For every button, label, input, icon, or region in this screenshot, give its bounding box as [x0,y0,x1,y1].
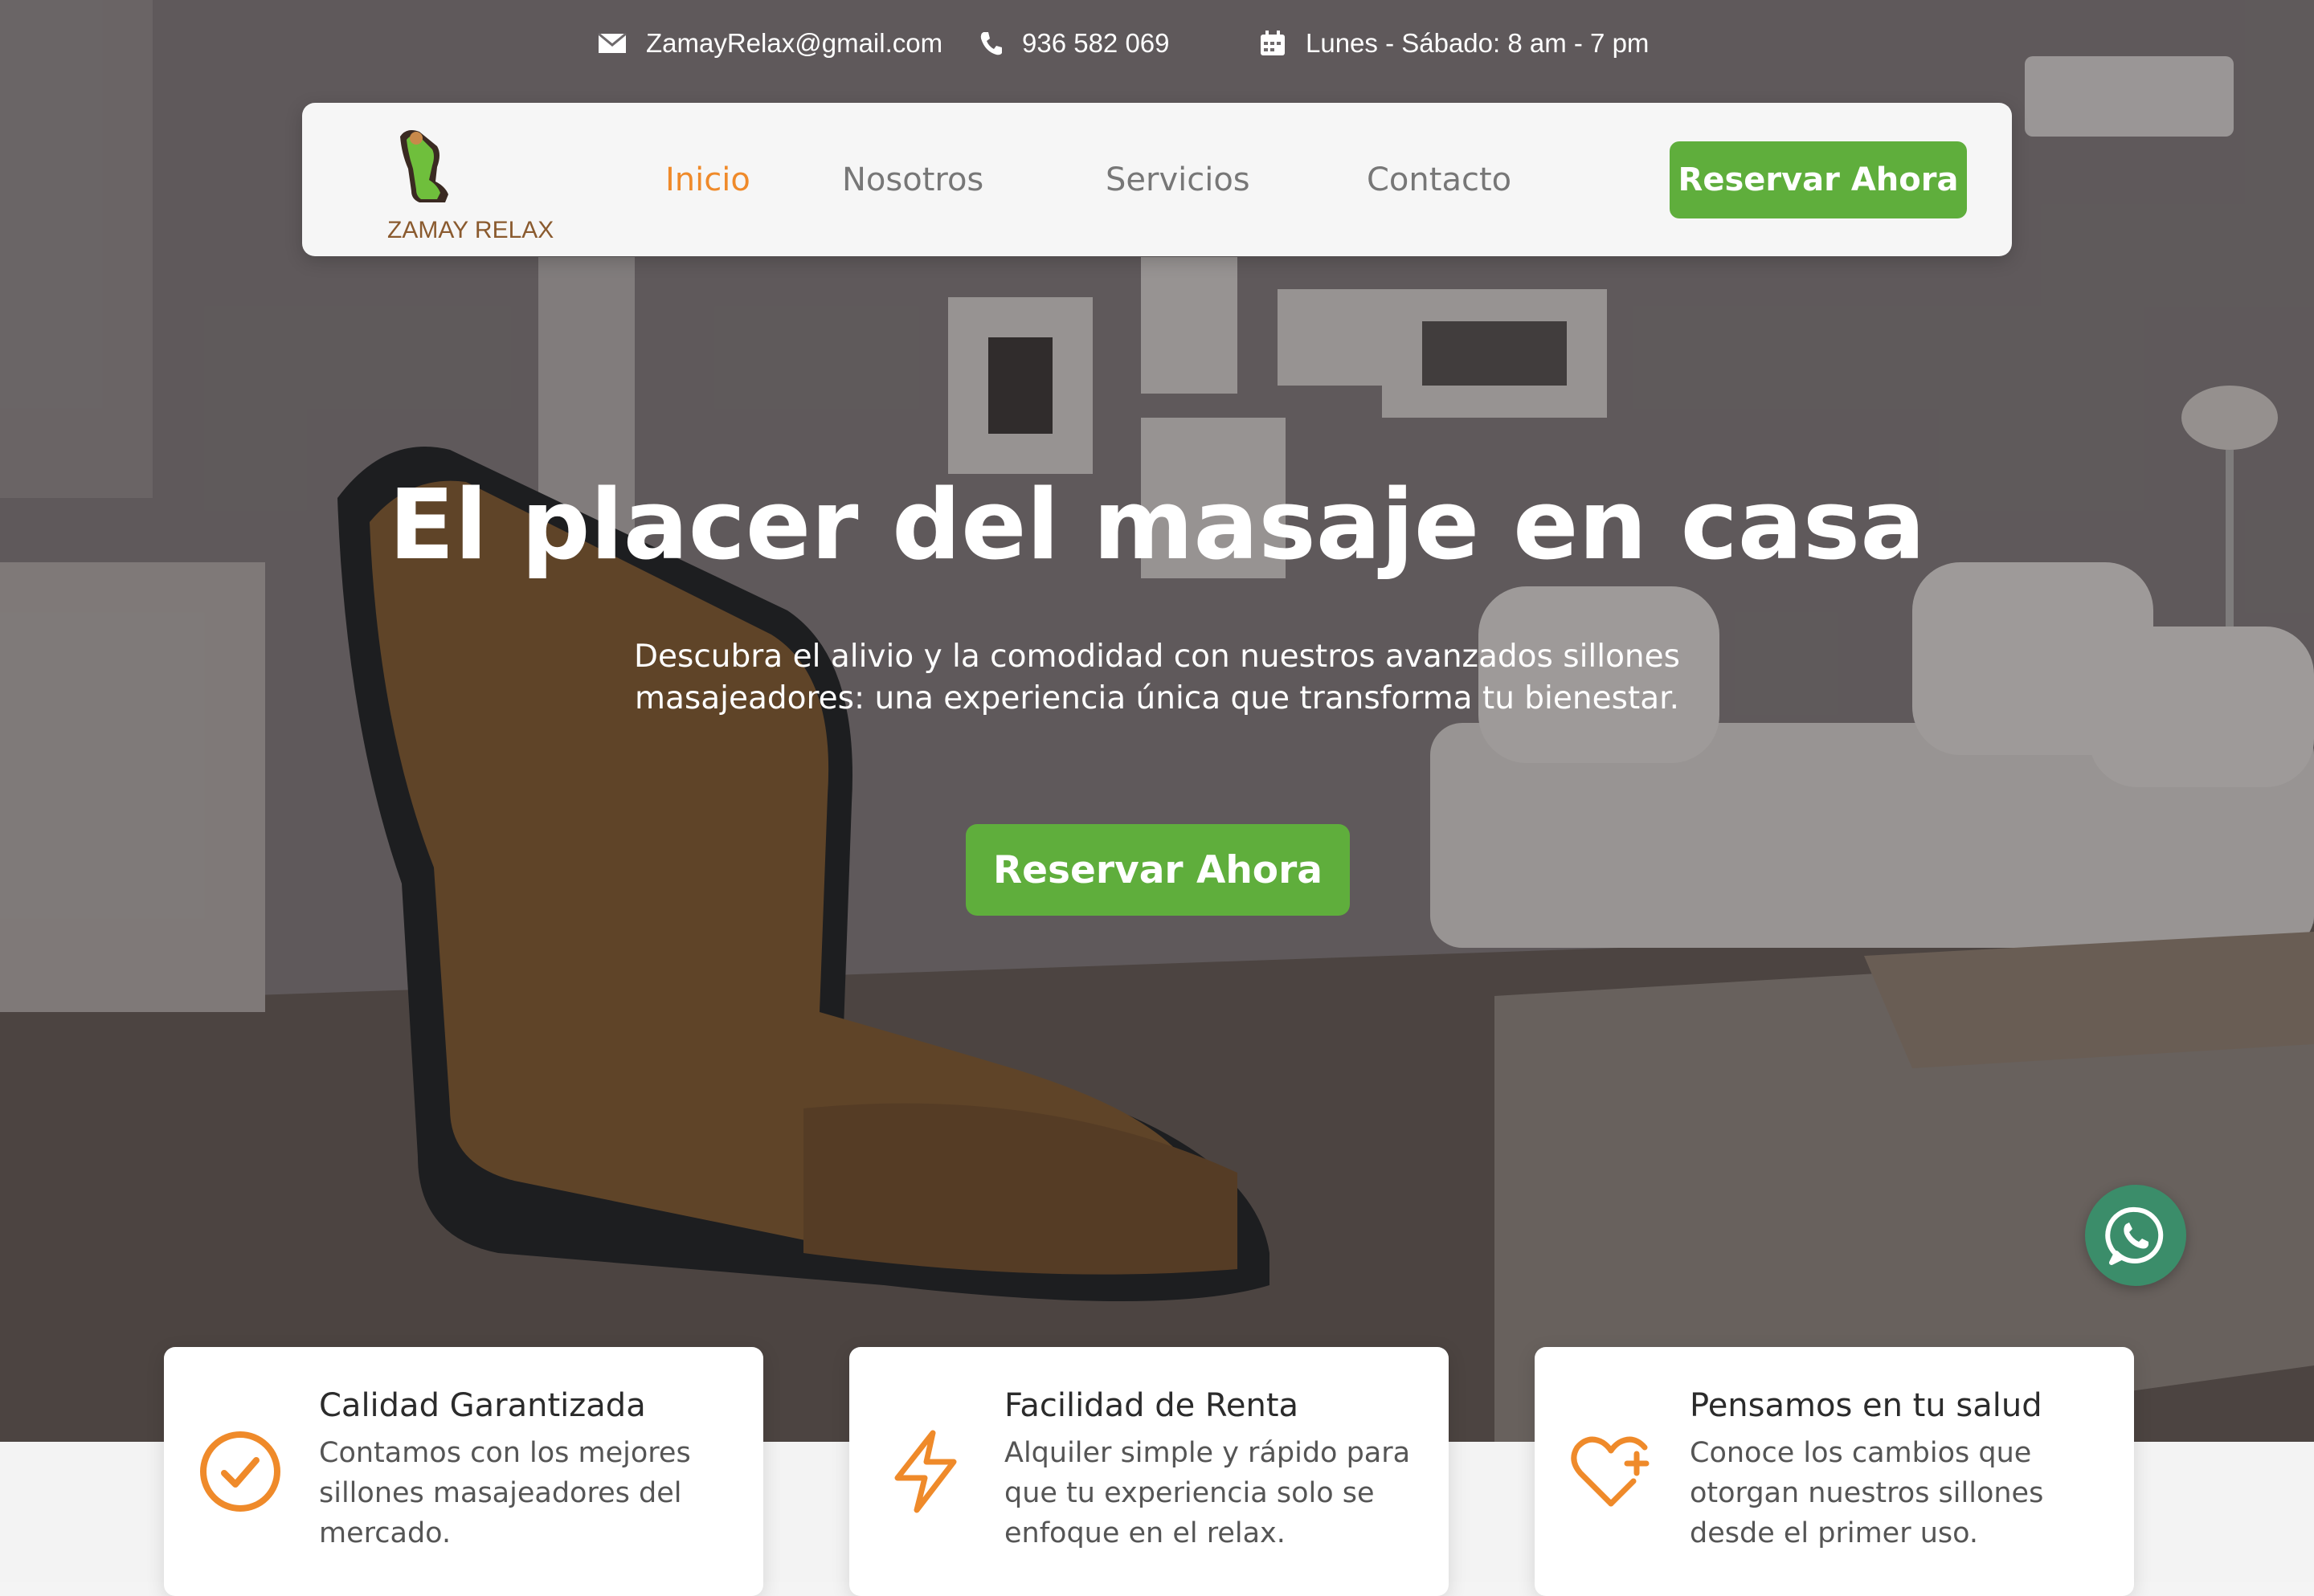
feature-text: Alquiler simple y rápido para que tu exp… [1004,1437,1411,1549]
feature-text: Contamos con los mejores sillones masaje… [319,1437,691,1549]
feature-title: Calidad Garantizada [319,1387,646,1424]
feature-card-calidad: Calidad Garantizada Contamos con los mej… [164,1347,763,1596]
hero-title: El placer del masaje en casa [388,470,1926,582]
business-hours-text: Lunes - Sábado: 8 am - 7 pm [1306,28,1650,58]
nav-link-servicios[interactable]: Servicios [1106,157,1250,202]
feature-card-salud: Pensamos en tu salud Conoce los cambios … [1535,1347,2134,1596]
envelope-icon [598,33,627,53]
whatsapp-button[interactable] [2085,1185,2186,1286]
hero-reservar-button[interactable]: Reservar Ahora [966,824,1350,916]
lightning-icon [881,1427,970,1516]
contact-email-text: ZamayRelax@gmail.com [646,28,943,58]
massage-chair-logo [400,130,448,202]
contact-email[interactable]: ZamayRelax@gmail.com [598,22,942,64]
calendar-icon [1261,31,1285,55]
check-circle-icon [196,1427,284,1516]
heart-plus-icon [1567,1427,1655,1516]
contact-phone[interactable]: 936 582 069 [979,22,1170,64]
phone-icon [980,32,1002,55]
nav-link-inicio[interactable]: Inicio [665,157,750,202]
business-hours: Lunes - Sábado: 8 am - 7 pm [1259,22,1649,64]
brand-logo-text: ZAMAY RELAX [387,217,554,243]
nav-link-nosotros[interactable]: Nosotros [842,157,983,202]
whatsapp-icon [2105,1206,2164,1265]
feature-text: Conoce los cambios que otorgan nuestros … [1690,1437,2044,1549]
feature-title: Facilidad de Renta [1004,1387,1299,1424]
feature-title: Pensamos en tu salud [1690,1387,2042,1424]
nav-link-contacto[interactable]: Contacto [1367,157,1511,202]
main-navbar: ZAMAY RELAX Inicio Nosotros Servicios Co… [302,103,2012,256]
contact-info-bar: ZamayRelax@gmail.com 936 582 069 Lunes -… [0,22,2314,64]
nav-reservar-button[interactable]: Reservar Ahora [1670,141,1967,218]
hero-subtitle: Descubra el alivio y la comodidad con nu… [634,639,1680,716]
feature-card-renta: Facilidad de Renta Alquiler simple y ráp… [849,1347,1449,1596]
brand-logo[interactable]: ZAMAY RELAX [342,122,554,243]
contact-phone-text: 936 582 069 [1022,28,1170,58]
